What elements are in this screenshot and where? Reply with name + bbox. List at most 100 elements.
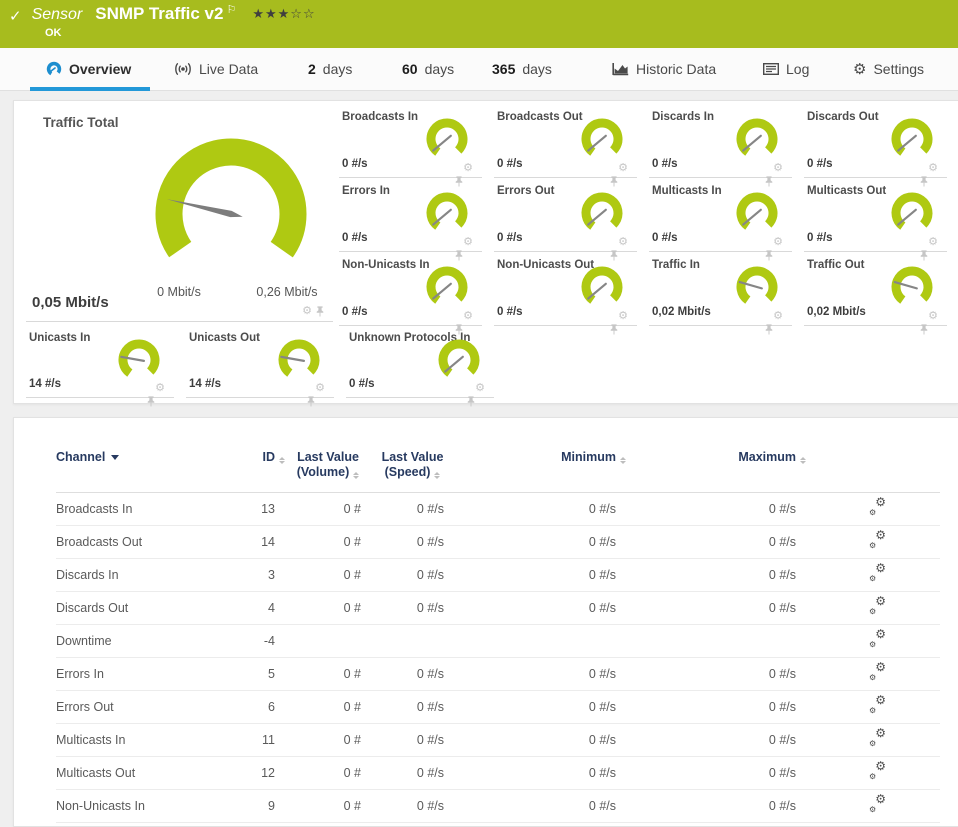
- minimum-value: 0 #/s: [454, 535, 626, 549]
- gauge-value: 14 #/s: [189, 378, 221, 390]
- tab-365-days[interactable]: 365days: [492, 48, 552, 90]
- gauge-panel-errors-out: Errors Out0 #/s⚙: [494, 178, 637, 252]
- tab-60-days[interactable]: 60days: [402, 48, 454, 90]
- tab-label: days: [425, 61, 455, 77]
- tab-historic-data[interactable]: Historic Data: [612, 48, 716, 90]
- last-value-speed: 0 #/s: [371, 733, 454, 747]
- gear-icon[interactable]: ⚙: [463, 237, 473, 248]
- gear-icon[interactable]: ⚙: [618, 311, 628, 322]
- tab-live-data[interactable]: Live Data: [174, 48, 258, 90]
- column-header-channel[interactable]: Channel: [56, 450, 253, 465]
- gauge-panel-non-unicasts-out: Non-Unicasts Out0 #/s⚙: [494, 252, 637, 326]
- maximum-value: 0 #/s: [626, 535, 806, 549]
- gear-icon[interactable]: ⚙: [463, 311, 473, 322]
- gauge: [424, 117, 470, 163]
- channel-settings-icon[interactable]: ⚙⚙: [869, 532, 886, 549]
- channel-id: 13: [253, 502, 285, 516]
- status-badge: OK: [45, 27, 62, 39]
- channel-id: 12: [253, 766, 285, 780]
- gauge: [276, 338, 322, 384]
- channel-settings-icon[interactable]: ⚙⚙: [869, 499, 886, 516]
- gear-icon[interactable]: ⚙: [773, 311, 783, 322]
- channel-settings-icon[interactable]: ⚙⚙: [869, 631, 886, 648]
- channel-id: 6: [253, 700, 285, 714]
- gauge: [116, 338, 162, 384]
- gauge-title: Traffic In: [652, 259, 700, 271]
- minimum-value: 0 #/s: [454, 766, 626, 780]
- gauge-value: 14 #/s: [29, 378, 61, 390]
- gear-icon[interactable]: ⚙: [618, 237, 628, 248]
- sort-icon: [434, 472, 440, 479]
- tab-log[interactable]: Log: [763, 48, 809, 90]
- pin-icon[interactable]: [315, 306, 325, 317]
- column-header-minimum[interactable]: Minimum: [454, 450, 626, 465]
- tab-2-days[interactable]: 2days: [308, 48, 352, 90]
- gear-icon[interactable]: ⚙: [773, 163, 783, 174]
- gauge-title: Errors In: [342, 185, 390, 197]
- sensor-page: ✓ Sensor SNMP Traffic v2 ⚐ ★★★☆☆ OK Over…: [0, 0, 958, 827]
- table-header-row: Channel ID Last Value(Volume) Last Value…: [56, 418, 940, 493]
- gauge-panel-errors-in: Errors In0 #/s⚙: [339, 178, 482, 252]
- table-row: Downtime-4⚙⚙: [56, 625, 940, 658]
- gear-icon[interactable]: ⚙: [928, 237, 938, 248]
- historic-icon: [612, 62, 629, 76]
- tab-overview[interactable]: Overview: [46, 48, 131, 90]
- gauge-title: Discards In: [652, 111, 714, 123]
- gauge-panel-unicasts-out: Unicasts Out14 #/s⚙: [186, 325, 334, 398]
- gauge: [889, 191, 935, 237]
- sensor-kind-label: Sensor: [32, 6, 83, 24]
- channel-settings-icon[interactable]: ⚙⚙: [869, 763, 886, 780]
- maximum-value: 0 #/s: [626, 667, 806, 681]
- channel-name: Non-Unicasts In: [56, 799, 253, 813]
- channel-settings-icon[interactable]: ⚙⚙: [869, 697, 886, 714]
- gauge-panel-discards-out: Discards Out0 #/s⚙: [804, 104, 947, 178]
- gear-icon[interactable]: ⚙: [618, 163, 628, 174]
- maximum-value: 0 #/s: [626, 601, 806, 615]
- gear-icon[interactable]: ⚙: [463, 163, 473, 174]
- last-value-volume: 0 #: [285, 799, 371, 813]
- channel-settings-icon[interactable]: ⚙⚙: [869, 565, 886, 582]
- channel-table: Channel ID Last Value(Volume) Last Value…: [56, 418, 940, 823]
- channel-settings-icon[interactable]: ⚙⚙: [869, 598, 886, 615]
- column-header-last-value-speed[interactable]: Last Value(Speed): [371, 450, 454, 480]
- gauge: [734, 265, 780, 311]
- page-title: SNMP Traffic v2: [95, 4, 223, 24]
- table-row: Discards Out40 #0 #/s0 #/s0 #/s⚙⚙: [56, 592, 940, 625]
- gauge-title: Unicasts In: [29, 332, 90, 344]
- last-value-volume: 0 #: [285, 568, 371, 582]
- maximum-value: 0 #/s: [626, 502, 806, 516]
- gauge: [889, 117, 935, 163]
- channel-id: 11: [253, 733, 285, 747]
- column-header-id[interactable]: ID: [253, 450, 285, 465]
- sort-icon: [800, 457, 806, 464]
- gauge-title: Non-Unicasts In: [342, 259, 430, 271]
- channel-settings-icon[interactable]: ⚙⚙: [869, 796, 886, 813]
- column-header-last-value-volume[interactable]: Last Value(Volume): [285, 450, 371, 480]
- gauge-panel-traffic-total: Traffic Total 0 Mbit/s 0,26 Mbit/s 0,05 …: [26, 101, 333, 322]
- tab-label: Historic Data: [636, 61, 716, 77]
- channel-table-card: Channel ID Last Value(Volume) Last Value…: [13, 417, 958, 827]
- minimum-value: 0 #/s: [454, 601, 626, 615]
- last-value-volume: 0 #: [285, 535, 371, 549]
- gear-icon[interactable]: ⚙: [315, 383, 325, 394]
- flag-icon[interactable]: ⚐: [226, 3, 236, 16]
- tab-settings[interactable]: ⚙Settings: [853, 48, 924, 90]
- gear-icon[interactable]: ⚙: [155, 383, 165, 394]
- gauge: [146, 134, 316, 294]
- gauge: [889, 265, 935, 311]
- gear-icon[interactable]: ⚙: [928, 163, 938, 174]
- star-rating[interactable]: ★★★☆☆: [252, 6, 315, 22]
- gear-icon[interactable]: ⚙: [928, 311, 938, 322]
- column-header-maximum[interactable]: Maximum: [626, 450, 806, 465]
- gauge: [436, 338, 482, 384]
- gear-icon[interactable]: ⚙: [475, 383, 485, 394]
- maximum-value: 0 #/s: [626, 766, 806, 780]
- gear-icon[interactable]: ⚙: [773, 237, 783, 248]
- gauge-max-label: 0,26 Mbit/s: [247, 285, 327, 299]
- channel-name: Errors In: [56, 667, 253, 681]
- channel-settings-icon[interactable]: ⚙⚙: [869, 664, 886, 681]
- gear-icon[interactable]: ⚙: [302, 306, 312, 317]
- channel-settings-icon[interactable]: ⚙⚙: [869, 730, 886, 747]
- channel-name: Multicasts Out: [56, 766, 253, 780]
- tab-label: Overview: [69, 61, 131, 77]
